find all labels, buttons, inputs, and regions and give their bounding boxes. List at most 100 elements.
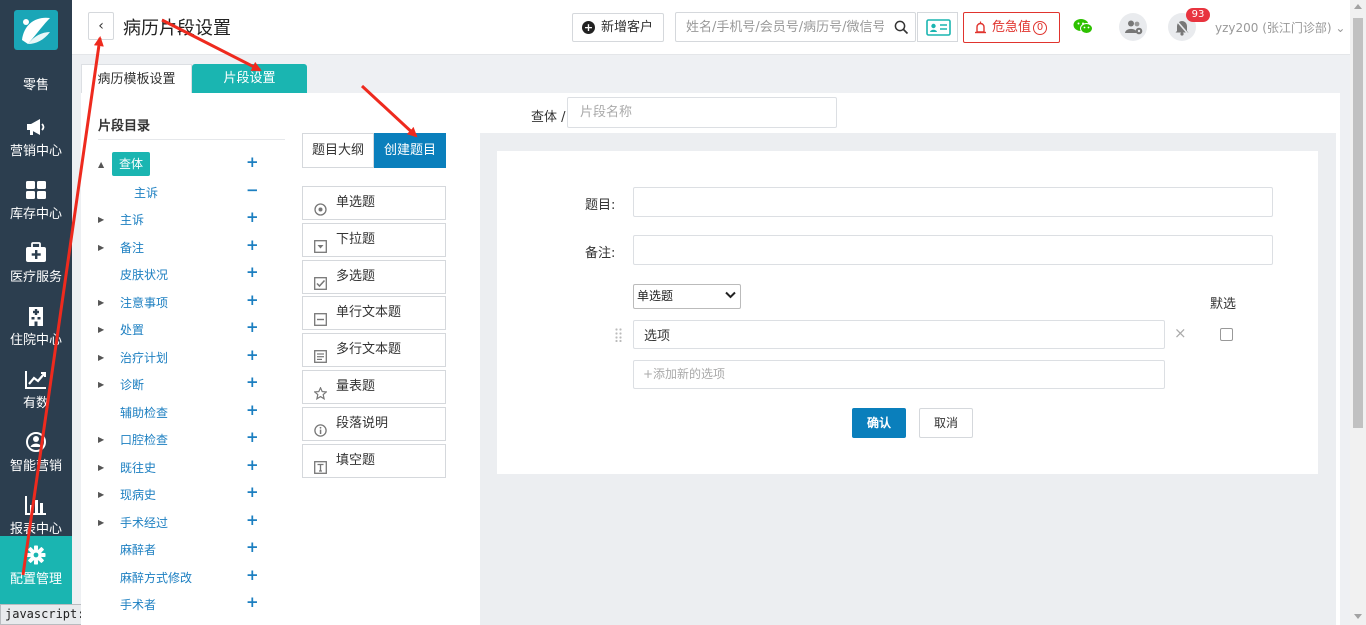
tree-item[interactable]: ▲ 查体 + [81,152,281,176]
search-input[interactable] [676,13,884,41]
add-child-icon[interactable]: + [246,153,259,171]
confirm-button[interactable]: 确认 [852,408,906,438]
question-type-multi-line[interactable]: 多行文本题 [302,333,446,367]
tree-item-label[interactable]: 处置 [120,321,144,338]
tree-item-label[interactable]: 手术者 [120,596,156,613]
nav-item-1[interactable]: 营销中心 [0,108,72,171]
nav-item-5[interactable]: 有数 [0,360,72,423]
nav-item-4[interactable]: 住院中心 [0,297,72,360]
page-scrollbar[interactable] [1350,0,1366,625]
tree-item-label[interactable]: 皮肤状况 [120,266,168,283]
add-child-icon[interactable]: + [246,483,259,501]
question-type-star[interactable]: 量表题 [302,370,446,404]
add-child-icon[interactable]: + [246,511,259,529]
caret-right-icon[interactable]: ▶ [98,518,104,527]
caret-right-icon[interactable]: ▶ [98,325,104,334]
tree-item-label[interactable]: 治疗计划 [120,349,168,366]
default-checkbox[interactable] [1220,328,1233,341]
nav-item-2[interactable]: 库存中心 [0,171,72,234]
back-button[interactable]: ‹ [88,12,114,40]
add-child-icon[interactable]: + [246,566,259,584]
cancel-button[interactable]: 取消 [919,408,973,438]
question-type-checkbox[interactable]: 多选题 [302,260,446,294]
caret-right-icon[interactable]: ▶ [98,435,104,444]
add-child-icon[interactable]: + [246,263,259,281]
question-type-dropdown[interactable]: 下拉题 [302,223,446,257]
search-icon[interactable] [894,20,909,35]
create-question-tab[interactable]: 创建题目 [374,133,446,168]
tree-item[interactable]: 手术者 + [81,592,281,616]
add-child-icon[interactable]: + [246,208,259,226]
tree-item[interactable]: ▶ 处置 + [81,317,281,341]
team-button[interactable] [1119,13,1147,41]
add-child-icon[interactable]: + [246,318,259,336]
tree-item[interactable]: 麻醉方式修改 + [81,565,281,589]
member-card-button[interactable] [917,12,958,42]
tree-item-label[interactable]: 主诉 [134,184,158,201]
tree-item-label[interactable]: 备注 [120,239,144,256]
tree-item-label[interactable]: 麻醉方式修改 [120,569,192,586]
option-input[interactable] [633,320,1165,349]
tree-item[interactable]: 辅助检查 + [81,400,281,424]
add-child-icon[interactable]: + [246,346,259,364]
tree-item[interactable]: 主诉 − [81,180,281,204]
add-child-icon[interactable]: + [246,373,259,391]
caret-right-icon[interactable]: ▶ [98,298,104,307]
nav-item-0[interactable]: 零售 [0,62,72,102]
caret-right-icon[interactable]: ▶ [98,380,104,389]
nav-item-8[interactable]: 配置管理 [0,536,72,604]
tree-item[interactable]: 麻醉者 + [81,537,281,561]
tree-item-label[interactable]: 辅助检查 [120,404,168,421]
tree-item[interactable]: ▶ 现病史 + [81,482,281,506]
tree-item[interactable]: ▶ 诊断 + [81,372,281,396]
caret-right-icon[interactable]: ▶ [98,353,104,362]
scroll-thumb[interactable] [1353,18,1363,428]
tree-item-label[interactable]: 诊断 [120,376,144,393]
remove-item-icon[interactable]: − [246,181,259,199]
add-child-icon[interactable]: + [246,538,259,556]
add-child-icon[interactable]: + [246,593,259,611]
nav-item-3[interactable]: 医疗服务 [0,234,72,297]
tree-item[interactable]: ▶ 口腔检查 + [81,427,281,451]
remove-option-icon[interactable]: × [1174,324,1187,342]
question-type-single-line[interactable]: 单行文本题 [302,296,446,330]
user-menu[interactable]: yzy200 (张江门诊部) ⌄ [1215,19,1345,36]
scroll-down-arrow-icon[interactable] [1354,614,1362,619]
tree-item[interactable]: ▶ 备注 + [81,235,281,259]
outline-tab[interactable]: 题目大纲 [302,133,374,168]
tree-item[interactable]: ▶ 既往史 + [81,455,281,479]
tab-segment-settings[interactable]: 片段设置 [192,64,307,93]
tree-item-label[interactable]: 现病史 [120,486,156,503]
caret-right-icon[interactable]: ▶ [98,215,104,224]
tree-item[interactable]: ▶ 主诉 + [81,207,281,231]
critical-value-button[interactable]: 危急值 0 [963,12,1060,43]
app-logo[interactable] [14,10,58,50]
tree-item[interactable]: 皮肤状况 + [81,262,281,286]
question-type-fill-blank[interactable]: 填空题 [302,444,446,478]
add-child-icon[interactable]: + [246,456,259,474]
segment-name-input[interactable] [567,97,837,128]
note-input[interactable] [633,235,1273,265]
add-child-icon[interactable]: + [246,401,259,419]
add-option-input[interactable]: +添加新的选项 [633,360,1165,389]
drag-handle-icon[interactable] [615,328,622,342]
question-type-radio[interactable]: 单选题 [302,186,446,220]
new-customer-button[interactable]: + 新增客户 [572,13,664,42]
question-type-select[interactable]: 单选题 [633,284,741,309]
tree-item-label[interactable]: 既往史 [120,459,156,476]
question-input[interactable] [633,187,1273,217]
tab-record-template[interactable]: 病历模板设置 [81,64,192,93]
tree-item[interactable]: ▶ 手术经过 + [81,510,281,534]
caret-right-icon[interactable]: ▶ [98,243,104,252]
tree-item-label[interactable]: 主诉 [120,211,144,228]
scroll-up-arrow-icon[interactable] [1354,4,1362,9]
add-child-icon[interactable]: + [246,428,259,446]
tree-item[interactable]: ▶ 治疗计划 + [81,345,281,369]
tree-item-label[interactable]: 口腔检查 [120,431,168,448]
add-child-icon[interactable]: + [246,236,259,254]
tree-item-label[interactable]: 麻醉者 [120,541,156,558]
add-child-icon[interactable]: + [246,291,259,309]
tree-item-label[interactable]: 手术经过 [120,514,168,531]
tree-item[interactable]: ▶ 注意事项 + [81,290,281,314]
nav-item-6[interactable]: 智能营销 [0,423,72,486]
